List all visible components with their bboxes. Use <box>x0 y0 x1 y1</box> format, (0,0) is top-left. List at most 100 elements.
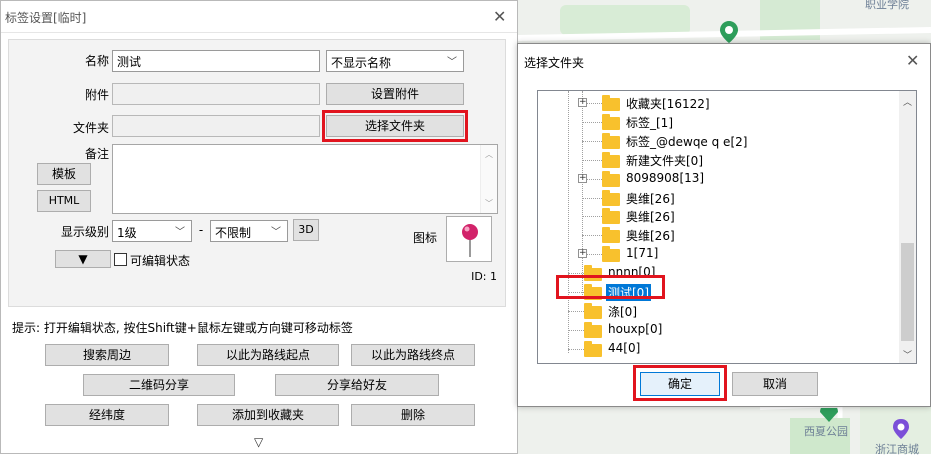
ok-button[interactable]: 确定 <box>640 372 720 396</box>
tree-node-label[interactable]: 标签_@dewqe q e[2] <box>624 133 749 150</box>
map-pin-icon[interactable] <box>893 419 909 439</box>
expand-dropdown-button[interactable]: ▼ <box>55 250 111 268</box>
tree-node[interactable]: 奥维[26] <box>538 207 898 225</box>
folder-field <box>112 115 320 137</box>
tree-node[interactable]: 新建文件夹[0] <box>538 151 898 169</box>
map-label-park: 西夏公园 <box>804 425 848 438</box>
tree-node[interactable]: 标签_[1] <box>538 113 898 131</box>
tree-node-label[interactable]: 标签_[1] <box>624 114 675 131</box>
tree-guide <box>582 159 602 161</box>
editable-checkbox[interactable] <box>114 253 127 266</box>
expand-node-icon[interactable]: + <box>578 173 587 183</box>
lat-lng-button[interactable]: 经纬度 <box>45 404 169 426</box>
folder-icon <box>584 321 602 338</box>
tree-node-label[interactable]: 涤[0] <box>606 303 639 320</box>
folder-icon <box>602 95 620 111</box>
map-pin-icon[interactable] <box>720 21 738 43</box>
tag-icon-button[interactable] <box>446 216 492 262</box>
cancel-button[interactable]: 取消 <box>732 372 818 396</box>
name-input[interactable]: 测试 <box>112 50 320 72</box>
tree-node-label[interactable]: 1[71] <box>624 246 660 260</box>
choose-folder-button[interactable]: 选择文件夹 <box>326 115 464 137</box>
attachment-label: 附件 <box>84 88 109 102</box>
delete-button[interactable]: 删除 <box>351 404 475 426</box>
qr-share-button[interactable]: 二维码分享 <box>83 374 235 396</box>
3d-button[interactable]: 3D <box>293 219 319 241</box>
tree-node-label[interactable]: 测试[0] <box>605 283 652 302</box>
tag-form-panel: 名称 测试 不显示名称 ﹀ 附件 设置附件 文件夹 选择文件夹 备注 ︿ ﹀ 模… <box>8 39 506 307</box>
icon-label: 图标 <box>412 231 437 245</box>
scroll-up-icon[interactable]: ︿ <box>903 95 912 108</box>
tree-scrollbar[interactable]: ︿ ﹀ <box>899 91 916 363</box>
limit-select[interactable]: 不限制 ﹀ <box>210 220 288 242</box>
scroll-down-icon: ﹀ <box>485 199 493 208</box>
tree-node-label[interactable]: 8098908[13] <box>624 171 706 185</box>
scroll-down-icon[interactable]: ﹀ <box>903 348 912 361</box>
chevron-down-icon: ▼ <box>78 252 88 266</box>
note-scrollbar[interactable]: ︿ ﹀ <box>480 145 497 213</box>
tree-node[interactable]: 标签_@dewqe q e[2] <box>538 132 898 150</box>
folder-icon <box>602 208 620 225</box>
folder-icon <box>584 340 602 357</box>
folder-icon <box>602 246 620 263</box>
dialog-title: 标签设置[临时] <box>5 11 87 25</box>
close-icon[interactable]: ✕ <box>906 53 919 69</box>
level-dash: - <box>198 223 204 237</box>
expand-arrow-icon[interactable]: ▽ <box>254 435 263 449</box>
tree-node[interactable]: houxp[0] <box>538 321 898 339</box>
close-icon[interactable]: ✕ <box>493 9 506 25</box>
tree-node[interactable]: nnnn[0] <box>538 264 898 282</box>
tree-node-label[interactable]: 收藏夹[16122] <box>624 95 712 112</box>
tree-guide <box>582 216 602 218</box>
scroll-up-icon: ︿ <box>485 150 493 159</box>
dialog-titlebar: 标签设置[临时] ✕ <box>1 1 517 33</box>
tree-node-label[interactable]: houxp[0] <box>606 322 664 336</box>
folder-icon <box>584 302 602 319</box>
folder-icon <box>602 170 620 187</box>
folder-label: 文件夹 <box>72 121 109 135</box>
tree-node[interactable]: + 收藏夹[16122] <box>538 94 898 112</box>
chevron-down-icon: ﹀ <box>271 227 281 238</box>
route-end-button[interactable]: 以此为路线终点 <box>351 344 475 366</box>
search-nearby-button[interactable]: 搜索周边 <box>45 344 169 366</box>
tree-node[interactable]: 涤[0] <box>538 302 898 320</box>
tree-node[interactable]: 44[0] <box>538 340 898 358</box>
tree-node-label[interactable]: 奥维[26] <box>624 208 677 225</box>
hint-text: 提示: 打开编辑状态, 按住Shift键+鼠标左键或方向键可移动标签 <box>12 321 353 335</box>
folder-tree[interactable]: + 收藏夹[16122] 标签_[1] 标签_@dewqe q e[2] 新建文件夹[0… <box>537 90 917 364</box>
name-display-select[interactable]: 不显示名称 ﹀ <box>326 50 464 72</box>
expand-node-icon[interactable]: + <box>578 98 587 107</box>
add-favorite-button[interactable]: 添加到收藏夹 <box>197 404 339 426</box>
tree-node-label[interactable]: 44[0] <box>606 341 642 355</box>
map-pin-icon[interactable] <box>820 408 838 422</box>
name-display-value: 不显示名称 <box>331 56 392 70</box>
note-textarea[interactable]: ︿ ﹀ <box>112 144 498 214</box>
level-select[interactable]: 1级 ﹀ <box>112 220 192 242</box>
select-folder-dialog: 选择文件夹 ✕ + 收藏夹[16122] 标签_[1] 标签_@dewqe q e[2… <box>517 43 931 407</box>
html-button[interactable]: HTML <box>37 190 91 212</box>
scroll-thumb[interactable] <box>901 243 914 341</box>
tree-node[interactable]: 奥维[26] <box>538 189 898 207</box>
tree-node-label[interactable]: 奥维[26] <box>624 227 677 244</box>
expand-node-icon[interactable]: + <box>578 249 587 259</box>
tree-node-label[interactable]: 奥维[26] <box>624 190 677 207</box>
template-button[interactable]: 模板 <box>37 163 91 185</box>
tree-guide <box>568 273 584 275</box>
tree-node-label[interactable]: 新建文件夹[0] <box>624 152 705 169</box>
name-label: 名称 <box>84 54 109 68</box>
tree-node[interactable]: 测试[0] <box>538 283 898 302</box>
tree-guide <box>568 329 584 331</box>
tree-node[interactable]: 奥维[26] <box>538 226 898 244</box>
limit-value: 不限制 <box>215 226 252 240</box>
chevron-down-icon: ﹀ <box>175 227 185 238</box>
tree-guide <box>568 348 584 350</box>
route-start-button[interactable]: 以此为路线起点 <box>197 344 339 366</box>
share-friend-button[interactable]: 分享给好友 <box>275 374 439 396</box>
chevron-down-icon: ﹀ <box>447 57 457 68</box>
folder-icon <box>602 132 620 149</box>
pushpin-icon <box>462 224 478 257</box>
tree-node[interactable]: +8098908[13] <box>538 170 898 188</box>
set-attachment-button[interactable]: 设置附件 <box>326 83 464 105</box>
tree-node[interactable]: +1[71] <box>538 245 898 263</box>
tree-node-label[interactable]: nnnn[0] <box>606 265 657 279</box>
